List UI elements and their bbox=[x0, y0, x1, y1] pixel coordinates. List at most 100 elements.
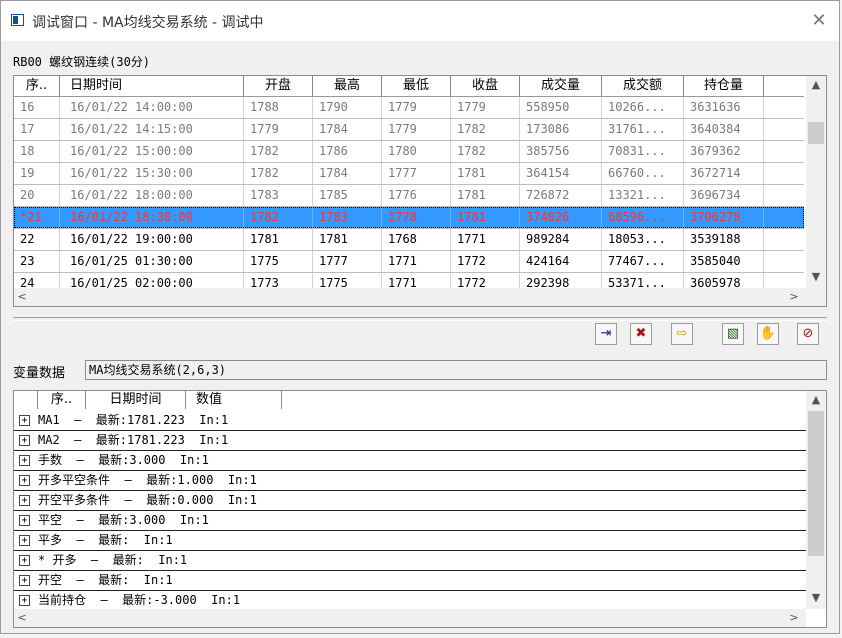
tree-item[interactable]: + * 开多 – 最新: In:1 bbox=[14, 551, 806, 571]
cell-volume: 424164 bbox=[520, 251, 602, 272]
expand-icon[interactable]: + bbox=[19, 515, 30, 526]
scroll-right-icon[interactable]: > bbox=[786, 609, 802, 627]
tree-item[interactable]: + 平多 – 最新: In:1 bbox=[14, 531, 806, 551]
table-row[interactable]: 18 16/01/22 15:00:00 1782 1786 1780 1782 38575… bbox=[14, 141, 804, 163]
table-row[interactable]: 22 16/01/22 19:00:00 1781 1781 1768 1771 98928… bbox=[14, 229, 804, 251]
variables-horizontal-scrollbar[interactable]: < > bbox=[14, 609, 806, 627]
tree-item[interactable]: + 开空平多条件 – 最新:0.000 In:1 bbox=[14, 491, 806, 511]
grid-horizontal-scrollbar[interactable]: < > bbox=[14, 288, 806, 306]
cell-high: 1783 bbox=[313, 207, 382, 228]
col-header-volume[interactable]: 成交量 bbox=[520, 76, 602, 96]
next-arrow-icon[interactable]: ⇨ bbox=[671, 323, 693, 345]
cell-open: 1782 bbox=[244, 163, 313, 184]
table-row[interactable]: 23 16/01/25 01:30:00 1775 1777 1771 1772 42416… bbox=[14, 251, 804, 273]
cell-open: 1775 bbox=[244, 251, 313, 272]
var-col-header-index[interactable]: 序.. bbox=[38, 391, 86, 409]
scroll-up-icon[interactable]: ▲ bbox=[806, 391, 826, 409]
cell-amount: 10266... bbox=[602, 97, 684, 118]
col-header-index[interactable]: 序.. bbox=[14, 76, 60, 96]
chart-window-icon[interactable]: ▧ bbox=[722, 323, 744, 345]
cell-open-interest: 3539188 bbox=[684, 229, 764, 250]
expand-icon[interactable]: + bbox=[19, 555, 30, 566]
cell-open: 1782 bbox=[244, 141, 313, 162]
variables-vertical-scrollbar[interactable]: ▲ ▼ bbox=[806, 391, 826, 609]
clear-breakpoints-icon[interactable]: ✖ bbox=[630, 323, 652, 345]
step-into-icon[interactable]: ⇥ bbox=[595, 323, 617, 345]
hand-icon[interactable]: ✋ bbox=[757, 323, 779, 345]
variables-tree: 序.. 日期时间 数值 + MA1 – 最新:1781.223 In:1 + MA2 … bbox=[13, 390, 827, 628]
table-row[interactable]: 20 16/01/22 18:00:00 1783 1785 1776 1781 72687… bbox=[14, 185, 804, 207]
cell-volume: 364154 bbox=[520, 163, 602, 184]
tree-item-label: 平空 – 最新:3.000 In:1 bbox=[38, 513, 209, 527]
col-header-amount[interactable]: 成交额 bbox=[602, 76, 684, 96]
cell-low: 1776 bbox=[382, 185, 451, 206]
col-header-datetime[interactable]: 日期时间 bbox=[60, 76, 244, 96]
scroll-thumb[interactable] bbox=[808, 122, 824, 144]
scroll-up-icon[interactable]: ▲ bbox=[806, 76, 826, 94]
table-row[interactable]: 16 16/01/22 14:00:00 1788 1790 1779 1779 55895… bbox=[14, 97, 804, 119]
table-row-selected[interactable]: *21 16/01/22 18:30:00 1782 1783 1778 1781 3740… bbox=[14, 207, 804, 229]
pane-splitter[interactable] bbox=[13, 317, 827, 321]
expand-icon[interactable]: + bbox=[19, 435, 30, 446]
cell-volume: 558950 bbox=[520, 97, 602, 118]
cell-high: 1784 bbox=[313, 163, 382, 184]
cell-close: 1782 bbox=[451, 141, 520, 162]
title-bar[interactable]: 调试窗口 - MA均线交易系统 - 调试中 ✕ bbox=[1, 1, 839, 41]
col-header-close[interactable]: 收盘 bbox=[451, 76, 520, 96]
expand-icon[interactable]: + bbox=[19, 415, 30, 426]
cell-open: 1788 bbox=[244, 97, 313, 118]
col-header-open-interest[interactable]: 持仓量 bbox=[684, 76, 764, 96]
cell-open-interest: 3640384 bbox=[684, 119, 764, 140]
expand-icon[interactable]: + bbox=[19, 535, 30, 546]
cell-index: 20 bbox=[14, 185, 60, 206]
cell-open-interest: 3679362 bbox=[684, 141, 764, 162]
scroll-down-icon[interactable]: ▼ bbox=[806, 268, 826, 286]
expand-icon[interactable]: + bbox=[19, 595, 30, 606]
col-header-low[interactable]: 最低 bbox=[382, 76, 451, 96]
cell-index: 17 bbox=[14, 119, 60, 140]
col-header-spacer bbox=[14, 391, 38, 409]
tree-item[interactable]: + 开空 – 最新: In:1 bbox=[14, 571, 806, 591]
stop-hand-icon[interactable]: ⊘ bbox=[797, 323, 819, 345]
cell-amount: 66760... bbox=[602, 163, 684, 184]
scroll-down-icon[interactable]: ▼ bbox=[806, 589, 826, 607]
scroll-left-icon[interactable]: < bbox=[14, 288, 30, 306]
cell-amount: 18053... bbox=[602, 229, 684, 250]
cell-index: 16 bbox=[14, 97, 60, 118]
var-col-header-datetime[interactable]: 日期时间 bbox=[86, 391, 186, 409]
table-row[interactable]: 19 16/01/22 15:30:00 1782 1784 1777 1781 36415… bbox=[14, 163, 804, 185]
tree-item[interactable]: + 手数 – 最新:3.000 In:1 bbox=[14, 451, 806, 471]
expand-icon[interactable]: + bbox=[19, 575, 30, 586]
bar-data-grid: 序.. 日期时间 开盘 最高 最低 收盘 成交量 成交额 持仓量 16 16/01… bbox=[13, 75, 827, 307]
cell-close: 1779 bbox=[451, 97, 520, 118]
expand-icon[interactable]: + bbox=[19, 495, 30, 506]
cell-low: 1779 bbox=[382, 97, 451, 118]
var-col-header-value[interactable]: 数值 bbox=[186, 391, 282, 409]
expand-icon[interactable]: + bbox=[19, 475, 30, 486]
cell-open-interest: 3696734 bbox=[684, 185, 764, 206]
scroll-thumb[interactable] bbox=[808, 411, 824, 556]
col-header-open[interactable]: 开盘 bbox=[244, 76, 313, 96]
expand-icon[interactable]: + bbox=[19, 455, 30, 466]
grid-vertical-scrollbar[interactable]: ▲ ▼ bbox=[806, 76, 826, 288]
cell-amount: 77467... bbox=[602, 251, 684, 272]
tree-item-label: MA2 – 最新:1781.223 In:1 bbox=[38, 433, 229, 447]
tree-item[interactable]: + 当前持仓 – 最新:-3.000 In:1 bbox=[14, 591, 806, 611]
tree-item[interactable]: + MA1 – 最新:1781.223 In:1 bbox=[14, 411, 806, 431]
system-name-field[interactable]: MA均线交易系统(2,6,3) bbox=[85, 360, 827, 380]
tree-item[interactable]: + 开多平空条件 – 最新:1.000 In:1 bbox=[14, 471, 806, 491]
cell-low: 1768 bbox=[382, 229, 451, 250]
tree-item-label: 开空 – 最新: In:1 bbox=[38, 573, 173, 587]
close-button[interactable]: ✕ bbox=[809, 11, 829, 31]
tree-item-label: * 开多 – 最新: In:1 bbox=[38, 553, 188, 567]
tree-item-label: 手数 – 最新:3.000 In:1 bbox=[38, 453, 209, 467]
tree-item[interactable]: + MA2 – 最新:1781.223 In:1 bbox=[14, 431, 806, 451]
cell-close: 1781 bbox=[451, 185, 520, 206]
table-row[interactable]: 17 16/01/22 14:15:00 1779 1784 1779 1782 17308… bbox=[14, 119, 804, 141]
scroll-right-icon[interactable]: > bbox=[786, 288, 802, 306]
scroll-left-icon[interactable]: < bbox=[14, 609, 30, 627]
cell-low: 1771 bbox=[382, 251, 451, 272]
tree-item[interactable]: + 平空 – 最新:3.000 In:1 bbox=[14, 511, 806, 531]
col-header-high[interactable]: 最高 bbox=[313, 76, 382, 96]
scroll-corner bbox=[806, 288, 826, 306]
